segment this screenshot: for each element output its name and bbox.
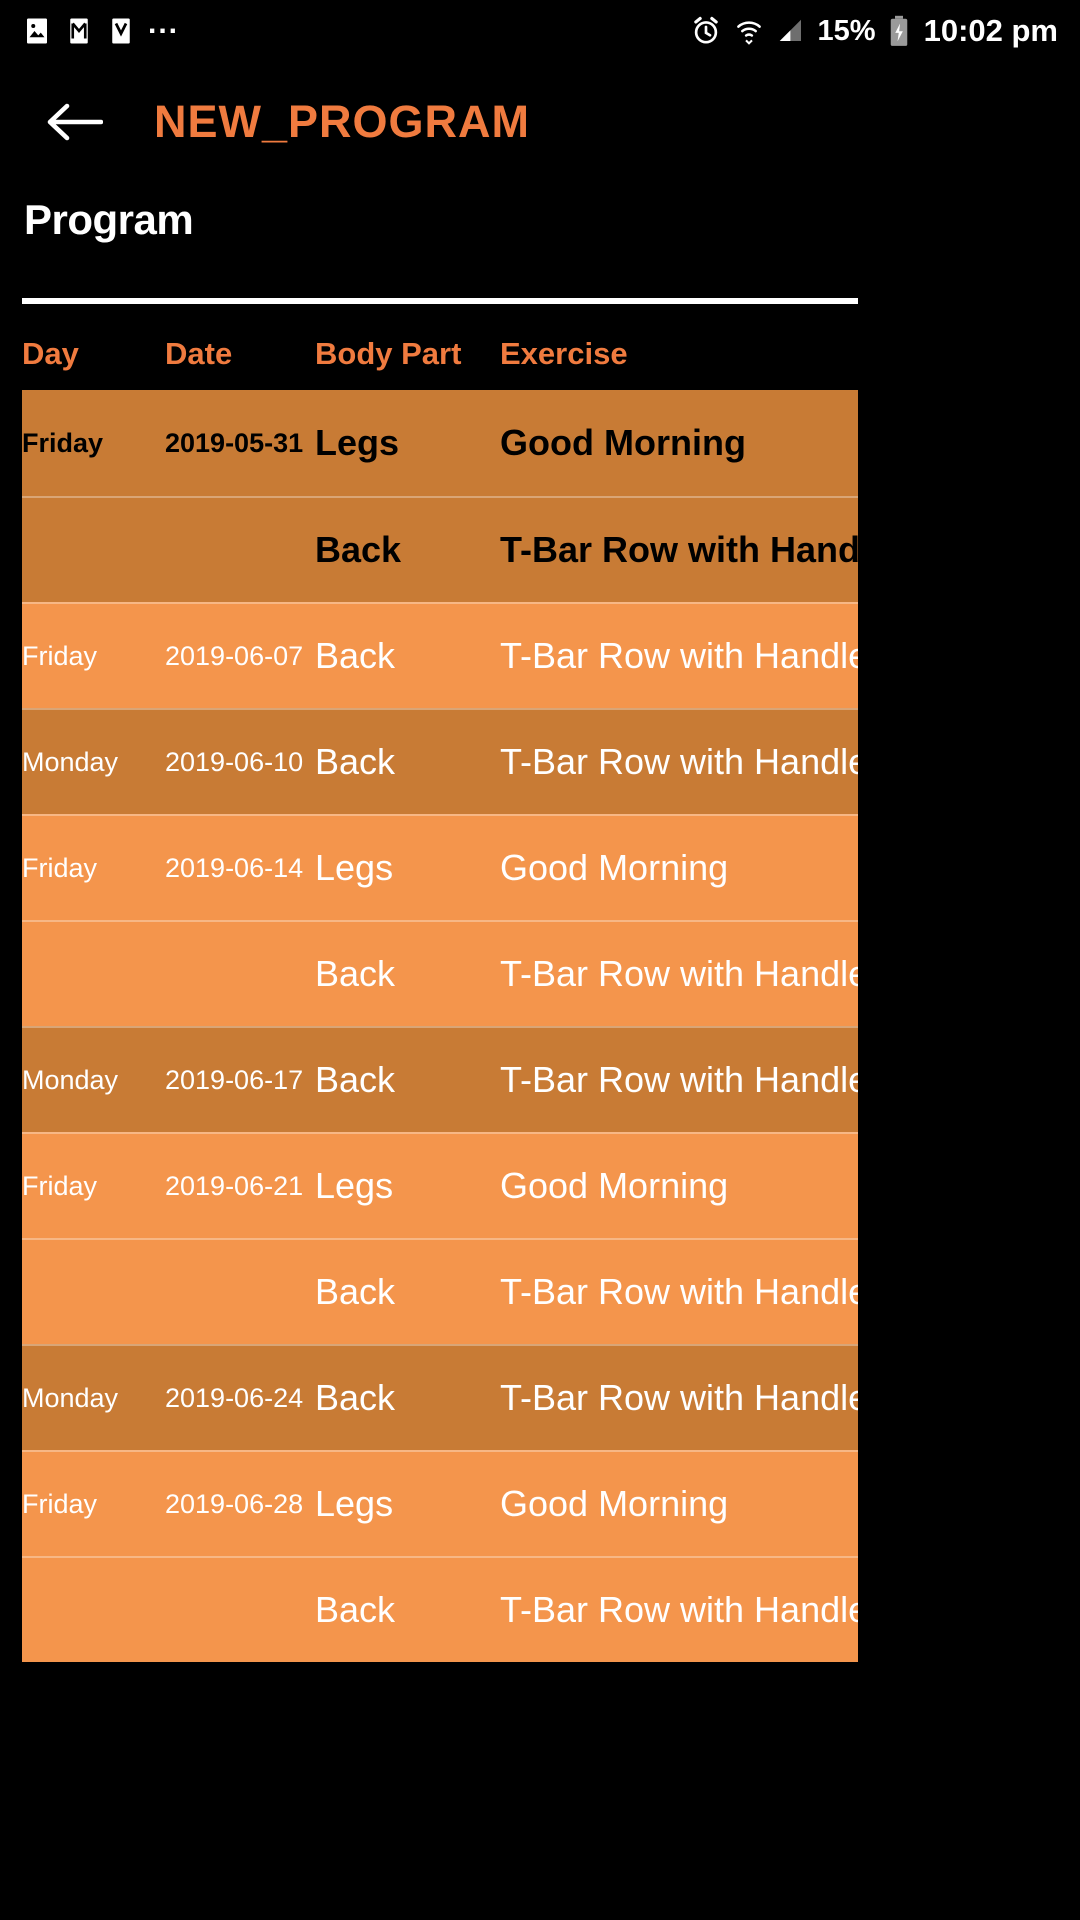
status-bar-notifications: ... <box>22 7 180 48</box>
table-row[interactable]: Monday 2019-06-24 Back T-Bar Row with Handl… <box>22 1344 858 1450</box>
cell-exercise: T-Bar Row with Handle <box>500 529 858 570</box>
section-divider <box>22 298 858 304</box>
cell-body-part: Back <box>315 529 402 570</box>
page-title: NEW_PROGRAM <box>154 96 531 147</box>
cell-exercise: T-Bar Row with Handle <box>500 1589 858 1630</box>
battery-charging-icon <box>888 15 910 47</box>
signal-icon <box>776 16 806 46</box>
back-arrow-icon <box>47 103 103 141</box>
cell-exercise: T-Bar Row with Handle <box>500 1059 858 1100</box>
cell-day: Monday <box>22 1382 119 1413</box>
cell-date: 2019-06-21 <box>165 1170 304 1201</box>
cell-body-part: Back <box>315 741 396 782</box>
cell-body-part: Back <box>315 635 396 676</box>
cell-date: 2019-06-07 <box>165 640 304 671</box>
cell-exercise: Good Morning <box>500 847 729 888</box>
column-header-date: Date <box>165 336 233 371</box>
cell-body-part: Legs <box>315 422 400 463</box>
cell-day: Friday <box>22 1488 98 1519</box>
cell-exercise: Good Morning <box>500 1165 729 1206</box>
app-bar: NEW_PROGRAM <box>0 62 1080 182</box>
table-row[interactable]: Back T-Bar Row with Handle <box>22 496 858 602</box>
column-header-body-part: Body Part <box>315 336 462 371</box>
clock-label: 10:02 pm <box>923 13 1058 48</box>
table-row[interactable]: Friday 2019-06-14 Legs Good Morning <box>22 814 858 920</box>
cell-day: Monday <box>22 1064 119 1095</box>
status-overflow-dots: ... <box>148 7 180 40</box>
section-heading: Program <box>24 196 194 243</box>
table-row[interactable]: Friday 2019-05-31 Legs Good Morning <box>22 390 858 496</box>
table-row[interactable]: Monday 2019-06-17 Back T-Bar Row with Handl… <box>22 1026 858 1132</box>
program-table: Day Date Body Part Exercise Friday 2019-0… <box>22 318 858 1662</box>
cell-exercise: T-Bar Row with Handle <box>500 741 858 782</box>
cell-exercise: T-Bar Row with Handle <box>500 1377 858 1418</box>
cell-exercise: Good Morning <box>500 1483 729 1524</box>
app-screen: ... 15% 10:02 pm NEW_PROGRAM Program Day… <box>0 0 1080 1920</box>
table-row[interactable]: Friday 2019-06-21 Legs Good Morning <box>22 1132 858 1238</box>
wifi-icon <box>734 16 764 46</box>
cell-exercise: T-Bar Row with Handle <box>500 1271 858 1312</box>
cell-body-part: Back <box>315 1589 396 1630</box>
cell-date: 2019-06-10 <box>165 746 304 777</box>
cell-body-part: Legs <box>315 1165 394 1206</box>
cell-exercise: Good Morning <box>500 422 746 463</box>
cell-body-part: Legs <box>315 847 394 888</box>
cell-day: Monday <box>22 746 119 777</box>
table-header-row: Day Date Body Part Exercise <box>22 318 858 390</box>
cell-body-part: Back <box>315 1377 396 1418</box>
cell-body-part: Back <box>315 1271 396 1312</box>
status-bar: ... 15% 10:02 pm <box>0 0 1080 62</box>
cell-date: 2019-05-31 <box>165 427 304 458</box>
battery-percent-label: 15% <box>817 14 876 47</box>
cell-day: Friday <box>22 1170 98 1201</box>
table-row[interactable]: Monday 2019-06-10 Back T-Bar Row with Handl… <box>22 708 858 814</box>
status-bar-system: 15% 10:02 pm <box>690 13 1058 49</box>
table-body: Friday 2019-05-31 Legs Good Morning Back T-Ba… <box>22 390 858 1662</box>
column-header-exercise: Exercise <box>500 336 628 371</box>
cell-body-part: Back <box>315 1059 396 1100</box>
cell-date: 2019-06-28 <box>165 1488 304 1519</box>
back-button[interactable] <box>22 70 126 174</box>
cell-exercise: T-Bar Row with Handle <box>500 635 858 676</box>
alarm-icon <box>690 15 722 47</box>
column-header-day: Day <box>22 336 79 371</box>
table-row[interactable]: Back T-Bar Row with Handle <box>22 1238 858 1344</box>
image-icon <box>22 16 52 46</box>
cell-body-part: Back <box>315 953 396 994</box>
cell-day: Friday <box>22 640 98 671</box>
cell-day: Friday <box>22 852 98 883</box>
email-icon <box>106 16 136 46</box>
cell-day: Friday <box>22 427 104 458</box>
table-row[interactable]: Friday 2019-06-07 Back T-Bar Row with Handl… <box>22 602 858 708</box>
cell-date: 2019-06-17 <box>165 1064 304 1095</box>
table-row[interactable]: Friday 2019-06-28 Legs Good Morning <box>22 1450 858 1556</box>
cell-date: 2019-06-14 <box>165 852 304 883</box>
table-row[interactable]: Back T-Bar Row with Handle <box>22 920 858 1026</box>
cell-exercise: T-Bar Row with Handle <box>500 953 858 994</box>
table-row[interactable]: Back T-Bar Row with Handle <box>22 1556 858 1662</box>
gmail-icon <box>64 16 94 46</box>
cell-body-part: Legs <box>315 1483 394 1524</box>
cell-date: 2019-06-24 <box>165 1382 304 1413</box>
